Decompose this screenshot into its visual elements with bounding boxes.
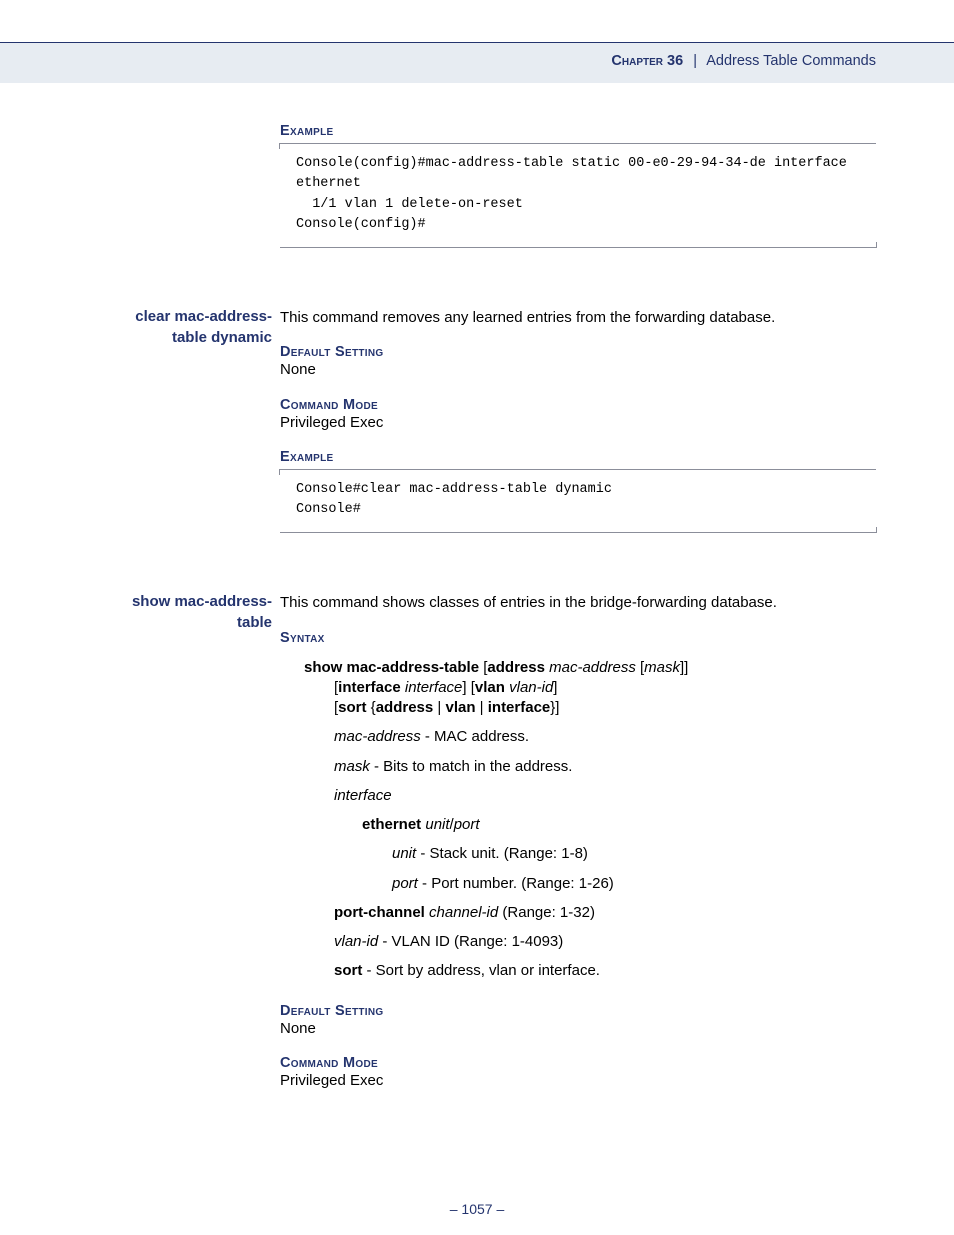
example-label: Example xyxy=(280,449,876,465)
code-block-2: Console#clear mac-address-table dynamic … xyxy=(280,469,876,534)
param-mask: mask - Bits to match in the address. xyxy=(334,757,876,777)
section-clear-mac: clear mac-address- table dynamic This co… xyxy=(78,308,876,533)
param-ethernet: ethernet unit/port xyxy=(362,815,876,835)
code-text: Console(config)#mac-address-table static… xyxy=(296,156,855,232)
param-sort: sort - Sort by address, vlan or interfac… xyxy=(334,961,876,981)
example-label: Example xyxy=(280,123,876,139)
page-number: – 1057 – xyxy=(450,1201,505,1217)
page-header-text: Chapter 36 | Address Table Commands xyxy=(611,53,876,69)
command-name-show: show mac-address- table xyxy=(72,591,272,633)
default-setting-value: None xyxy=(280,1019,876,1039)
section-example-1: Example Console(config)#mac-address-tabl… xyxy=(280,123,876,248)
syntax-block: show mac-address-table [address mac-addr… xyxy=(304,658,876,982)
syntax-label: Syntax xyxy=(280,630,876,646)
param-port-channel: port-channel channel-id (Range: 1-32) xyxy=(334,903,876,923)
page-header-band: Chapter 36 | Address Table Commands xyxy=(0,42,954,83)
section-show-mac: show mac-address- table This command sho… xyxy=(78,593,876,1091)
command-mode-value: Privileged Exec xyxy=(280,1071,876,1091)
page-footer: – 1057 – xyxy=(0,1201,954,1217)
param-unit: unit - Stack unit. (Range: 1-8) xyxy=(392,844,876,864)
command-mode-label: Command Mode xyxy=(280,397,876,413)
page: Chapter 36 | Address Table Commands Exam… xyxy=(0,0,954,1235)
content-area: Example Console(config)#mac-address-tabl… xyxy=(78,123,876,1095)
section-title: Address Table Commands xyxy=(706,53,876,69)
default-setting-label: Default Setting xyxy=(280,1003,876,1019)
header-separator: | xyxy=(693,53,697,69)
code-corner-icon xyxy=(870,242,877,248)
code-corner-icon xyxy=(279,469,286,475)
code-text: Console#clear mac-address-table dynamic … xyxy=(296,482,612,517)
command-description: This command shows classes of entries in… xyxy=(280,593,876,613)
command-name-clear: clear mac-address- table dynamic xyxy=(72,306,272,348)
code-corner-icon xyxy=(279,143,286,149)
param-interface: interface xyxy=(334,786,876,806)
chapter-label: Chapter 36 xyxy=(611,53,683,69)
param-vlan-id: vlan-id - VLAN ID (Range: 1-4093) xyxy=(334,932,876,952)
code-block-1: Console(config)#mac-address-table static… xyxy=(280,143,876,248)
syntax-line-1: show mac-address-table [address mac-addr… xyxy=(304,658,876,719)
param-mac-address: mac-address - MAC address. xyxy=(334,727,876,747)
command-description: This command removes any learned entries… xyxy=(280,308,876,328)
default-setting-value: None xyxy=(280,360,876,380)
param-port: port - Port number. (Range: 1-26) xyxy=(392,874,876,894)
code-corner-icon xyxy=(870,527,877,533)
command-mode-value: Privileged Exec xyxy=(280,413,876,433)
command-mode-label: Command Mode xyxy=(280,1055,876,1071)
default-setting-label: Default Setting xyxy=(280,344,876,360)
